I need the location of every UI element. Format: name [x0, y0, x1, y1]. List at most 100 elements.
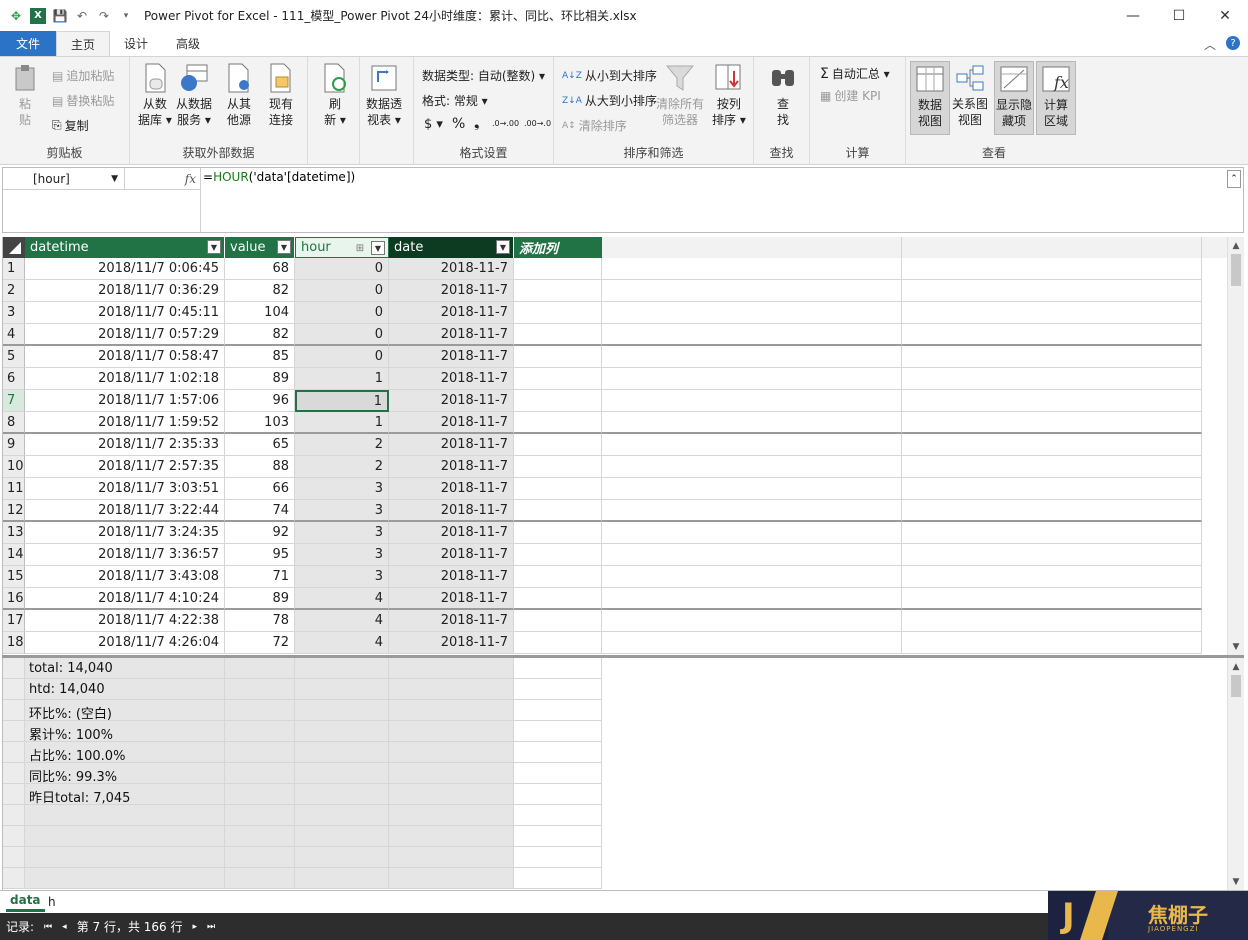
hour-cell[interactable]: 4 — [295, 610, 389, 632]
add-column-header[interactable]: 添加列 — [514, 237, 602, 258]
hour-cell[interactable]: 0 — [295, 324, 389, 346]
format-dropdown[interactable]: 格式: 常规 ▾ — [422, 92, 488, 109]
date-cell[interactable]: 2018-11-7 — [389, 324, 514, 346]
calc-cell[interactable] — [3, 721, 25, 742]
calc-cell[interactable] — [389, 721, 514, 742]
measure-item[interactable]: 环比%: (空白) — [29, 703, 112, 722]
empty-cell[interactable] — [902, 258, 1202, 280]
table-row[interactable]: 1 2018/11/7 0:06:45 68 0 2018-11-7 — [3, 258, 1228, 280]
date-cell[interactable]: 2018-11-7 — [389, 302, 514, 324]
date-cell[interactable]: 2018-11-7 — [389, 610, 514, 632]
find-button[interactable]: 查 找 — [768, 63, 798, 128]
datetime-cell[interactable]: 2018/11/7 4:10:24 — [25, 588, 225, 610]
value-cell[interactable]: 65 — [225, 434, 295, 456]
add-column-cell[interactable] — [514, 412, 602, 434]
sort-descending-button[interactable]: Z↓A 从大到小排序 — [562, 92, 657, 109]
value-cell[interactable]: 96 — [225, 390, 295, 412]
empty-cell[interactable] — [902, 522, 1202, 544]
add-column-cell[interactable] — [514, 390, 602, 412]
calc-cell[interactable] — [225, 784, 295, 805]
from-service-button[interactable]: 从数据 服务 ▾ — [176, 63, 212, 128]
row-number[interactable]: 13 — [3, 522, 25, 544]
empty-cell[interactable] — [602, 324, 902, 346]
empty-cell[interactable] — [602, 566, 902, 588]
replace-paste-button[interactable]: ▤ 替换粘贴 — [52, 92, 114, 109]
calc-cell[interactable] — [389, 658, 514, 679]
row-number[interactable]: 14 — [3, 544, 25, 566]
hour-cell[interactable]: 0 — [295, 346, 389, 368]
hour-cell[interactable]: 4 — [295, 588, 389, 610]
empty-cell[interactable] — [602, 346, 902, 368]
date-cell[interactable]: 2018-11-7 — [389, 434, 514, 456]
pivot-table-button[interactable]: 数据透 视表 ▾ — [366, 63, 402, 128]
datetime-cell[interactable]: 2018/11/7 0:58:47 — [25, 346, 225, 368]
calc-cell[interactable] — [514, 826, 602, 847]
calc-cell[interactable] — [514, 700, 602, 721]
datetime-cell[interactable]: 2018/11/7 2:35:33 — [25, 434, 225, 456]
undo-icon[interactable]: ↶ — [74, 8, 90, 24]
table-row[interactable]: 3 2018/11/7 0:45:11 104 0 2018-11-7 — [3, 302, 1228, 324]
filter-dropdown-icon[interactable]: ▼ — [496, 240, 510, 254]
calc-cell[interactable] — [389, 679, 514, 700]
empty-cell[interactable] — [902, 456, 1202, 478]
row-number[interactable]: 4 — [3, 324, 25, 346]
filter-dropdown-icon[interactable]: ▼ — [207, 240, 221, 254]
empty-cell[interactable] — [602, 632, 902, 654]
table-row[interactable]: 8 2018/11/7 1:59:52 103 1 2018-11-7 — [3, 412, 1228, 434]
hour-cell[interactable]: 3 — [295, 478, 389, 500]
calc-cell[interactable] — [514, 784, 602, 805]
value-cell[interactable]: 74 — [225, 500, 295, 522]
autosum-button[interactable]: Σ 自动汇总 ▾ — [820, 65, 890, 82]
date-cell[interactable]: 2018-11-7 — [389, 500, 514, 522]
row-number[interactable]: 2 — [3, 280, 25, 302]
calc-cell[interactable] — [514, 742, 602, 763]
hour-cell[interactable]: 1 — [295, 412, 389, 434]
name-box[interactable]: [hour] ▼ — [3, 168, 125, 190]
hour-cell[interactable]: 3 — [295, 500, 389, 522]
excel-icon[interactable]: X — [30, 7, 46, 24]
first-record-icon[interactable]: ⏮ — [44, 922, 52, 932]
select-all-corner[interactable] — [3, 237, 25, 258]
date-cell[interactable]: 2018-11-7 — [389, 390, 514, 412]
decrease-decimal-button[interactable]: .00→.0 — [524, 119, 551, 128]
empty-cell[interactable] — [602, 610, 902, 632]
tab-advanced[interactable]: 高级 — [162, 31, 214, 56]
empty-cell[interactable] — [602, 478, 902, 500]
date-cell[interactable]: 2018-11-7 — [389, 346, 514, 368]
empty-cell[interactable] — [902, 500, 1202, 522]
add-column-cell[interactable] — [514, 632, 602, 654]
add-column-cell[interactable] — [514, 456, 602, 478]
table-row[interactable]: 6 2018/11/7 1:02:18 89 1 2018-11-7 — [3, 368, 1228, 390]
datetime-cell[interactable]: 2018/11/7 0:45:11 — [25, 302, 225, 324]
datetime-cell[interactable]: 2018/11/7 3:43:08 — [25, 566, 225, 588]
column-header-date[interactable]: date ▼ — [389, 237, 514, 258]
formula-input[interactable]: =HOUR('data'[datetime]) — [203, 170, 355, 184]
add-column-cell[interactable] — [514, 500, 602, 522]
hour-cell[interactable]: 3 — [295, 544, 389, 566]
append-paste-button[interactable]: ▤ 追加粘贴 — [52, 67, 114, 84]
calc-cell[interactable] — [225, 742, 295, 763]
calc-cell[interactable] — [295, 868, 389, 889]
measure-item[interactable]: 累计%: 100% — [29, 724, 113, 743]
calc-cell[interactable] — [295, 847, 389, 868]
calc-cell[interactable] — [389, 826, 514, 847]
calc-cell[interactable] — [225, 826, 295, 847]
table-row[interactable]: 5 2018/11/7 0:58:47 85 0 2018-11-7 — [3, 346, 1228, 368]
datetime-cell[interactable]: 2018/11/7 1:57:06 — [25, 390, 225, 412]
measure-item[interactable]: 昨日total: 7,045 — [29, 787, 130, 806]
from-database-button[interactable]: 从数 据库 ▾ — [138, 63, 172, 128]
comma-button[interactable]: ❟ — [474, 115, 480, 131]
row-number[interactable]: 5 — [3, 346, 25, 368]
existing-connections-button[interactable]: 现有 连接 — [266, 63, 296, 128]
calc-cell[interactable] — [295, 658, 389, 679]
empty-cell[interactable] — [602, 302, 902, 324]
create-kpi-button[interactable]: ▦ 创建 KPI — [820, 87, 881, 104]
hour-cell[interactable]: 1 — [295, 390, 389, 412]
add-column-cell[interactable] — [514, 346, 602, 368]
hour-cell[interactable]: 1 — [295, 368, 389, 390]
scroll-thumb[interactable] — [1231, 254, 1241, 286]
value-cell[interactable]: 82 — [225, 280, 295, 302]
add-column-cell[interactable] — [514, 324, 602, 346]
table-row[interactable]: 15 2018/11/7 3:43:08 71 3 2018-11-7 — [3, 566, 1228, 588]
calc-cell[interactable] — [514, 679, 602, 700]
